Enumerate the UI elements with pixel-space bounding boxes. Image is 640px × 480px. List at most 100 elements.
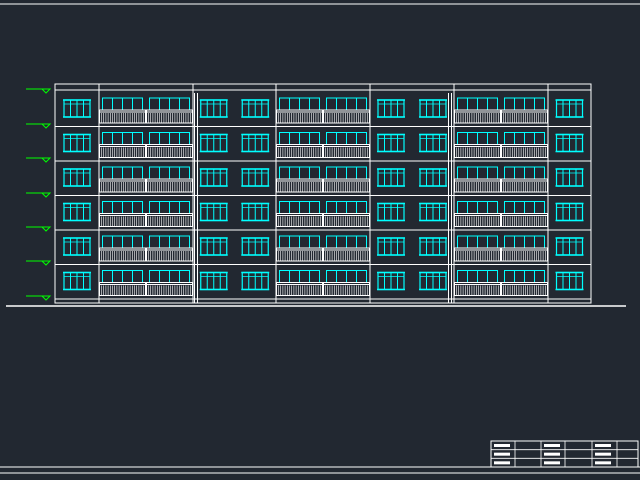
title-block-label-mark bbox=[544, 452, 560, 456]
facade-bay-balcony bbox=[276, 97, 323, 124]
facade-bay-plain bbox=[241, 237, 270, 256]
level-marker-triangle bbox=[40, 123, 52, 129]
facade-bay-balcony bbox=[323, 166, 370, 193]
facade-bay-balcony bbox=[501, 270, 548, 296]
facade-bay-balcony bbox=[501, 166, 548, 193]
facade-bay-plain bbox=[419, 168, 447, 187]
level-marker bbox=[26, 260, 52, 266]
facade-bay-plain bbox=[63, 168, 91, 187]
level-marker-triangle bbox=[40, 226, 52, 232]
facade-bay-plain bbox=[199, 271, 228, 291]
facade-bay-plain bbox=[63, 202, 91, 222]
facade-bay-plain bbox=[199, 168, 228, 187]
facade-bay-balcony bbox=[146, 166, 193, 193]
facade-bay-balcony bbox=[146, 132, 193, 158]
level-marker-triangle bbox=[40, 192, 52, 198]
facade-bay-balcony bbox=[501, 201, 548, 227]
title-block-label-mark bbox=[544, 444, 560, 447]
facade-bay-plain bbox=[555, 237, 584, 256]
facade-bay-plain bbox=[377, 99, 405, 118]
level-marker bbox=[26, 295, 52, 301]
facade-bay-balcony bbox=[323, 235, 370, 262]
facade-bay-balcony bbox=[501, 132, 548, 158]
title-block bbox=[490, 440, 639, 468]
facade-bay-balcony bbox=[276, 270, 323, 296]
facade-bay-balcony bbox=[276, 235, 323, 262]
facade-bay-plain bbox=[63, 133, 91, 153]
facade-bay-balcony bbox=[454, 235, 501, 262]
facade-bay-plain bbox=[377, 237, 405, 256]
facade-bay-plain bbox=[199, 133, 228, 153]
facade-bay-plain bbox=[199, 99, 228, 118]
title-block-frame bbox=[490, 440, 639, 468]
facade-bay-plain bbox=[419, 99, 447, 118]
level-marker bbox=[26, 157, 52, 163]
facade-bay-plain bbox=[241, 99, 270, 118]
floor-level-markers bbox=[26, 88, 52, 301]
level-marker-triangle bbox=[40, 157, 52, 163]
level-marker bbox=[26, 123, 52, 129]
facade-bay-plain bbox=[63, 99, 91, 118]
facade-bay-plain bbox=[377, 133, 405, 153]
facade-bay-plain bbox=[555, 99, 584, 118]
facade-bay-balcony bbox=[146, 201, 193, 227]
facade-bay-plain bbox=[377, 271, 405, 291]
facade-bay-balcony bbox=[146, 97, 193, 124]
facade-bay-plain bbox=[241, 168, 270, 187]
facade-bay-plain bbox=[555, 168, 584, 187]
facade-bay-balcony bbox=[501, 97, 548, 124]
facade-bay-plain bbox=[63, 237, 91, 256]
level-marker-triangle bbox=[40, 295, 52, 301]
facade-bay-plain bbox=[419, 271, 447, 291]
facade-bay-plain bbox=[555, 133, 584, 153]
facade-bay-plain bbox=[241, 133, 270, 153]
facade-bay-balcony bbox=[99, 201, 146, 227]
facade-bay-balcony bbox=[99, 132, 146, 158]
facade-bay-plain bbox=[377, 202, 405, 222]
title-block-label-mark bbox=[544, 461, 560, 465]
facade-bay-balcony bbox=[323, 132, 370, 158]
cad-drawing-canvas bbox=[0, 3, 640, 474]
title-block-label-mark bbox=[494, 461, 510, 465]
facade-bay-plain bbox=[419, 202, 447, 222]
facade-bay-plain bbox=[419, 133, 447, 153]
facade-bay-balcony bbox=[99, 166, 146, 193]
level-marker bbox=[26, 192, 52, 198]
facade-bay-balcony bbox=[146, 270, 193, 296]
facade-bay-balcony bbox=[454, 97, 501, 124]
facade-bay-balcony bbox=[323, 270, 370, 296]
level-marker-triangle bbox=[40, 88, 52, 94]
level-marker bbox=[26, 226, 52, 232]
facade-bay-balcony bbox=[454, 166, 501, 193]
facade-bay-balcony bbox=[323, 97, 370, 124]
building-facade-bays bbox=[63, 84, 584, 303]
facade-bay-plain bbox=[241, 271, 270, 291]
facade-bay-plain bbox=[419, 237, 447, 256]
title-block-label-mark bbox=[494, 444, 510, 447]
facade-bay-plain bbox=[199, 237, 228, 256]
facade-bay-balcony bbox=[99, 97, 146, 124]
facade-bay-balcony bbox=[323, 201, 370, 227]
facade-bay-balcony bbox=[99, 270, 146, 296]
facade-bay-balcony bbox=[276, 166, 323, 193]
facade-bay-plain bbox=[199, 202, 228, 222]
level-marker-triangle bbox=[40, 260, 52, 266]
facade-bay-balcony bbox=[454, 132, 501, 158]
facade-bay-plain bbox=[377, 168, 405, 187]
title-block-label-mark bbox=[595, 444, 611, 447]
title-block-label-mark bbox=[595, 461, 611, 465]
facade-bay-balcony bbox=[276, 132, 323, 158]
facade-bay-balcony bbox=[501, 235, 548, 262]
facade-bay-plain bbox=[555, 271, 584, 291]
level-marker bbox=[26, 88, 52, 94]
facade-bay-plain bbox=[63, 271, 91, 291]
facade-bay-plain bbox=[555, 202, 584, 222]
facade-bay-balcony bbox=[99, 235, 146, 262]
facade-bay-balcony bbox=[454, 270, 501, 296]
title-block-label-mark bbox=[595, 452, 611, 456]
title-block-label-mark bbox=[494, 452, 510, 456]
facade-bay-balcony bbox=[276, 201, 323, 227]
facade-bay-balcony bbox=[146, 235, 193, 262]
facade-bay-plain bbox=[241, 202, 270, 222]
facade-bay-balcony bbox=[454, 201, 501, 227]
